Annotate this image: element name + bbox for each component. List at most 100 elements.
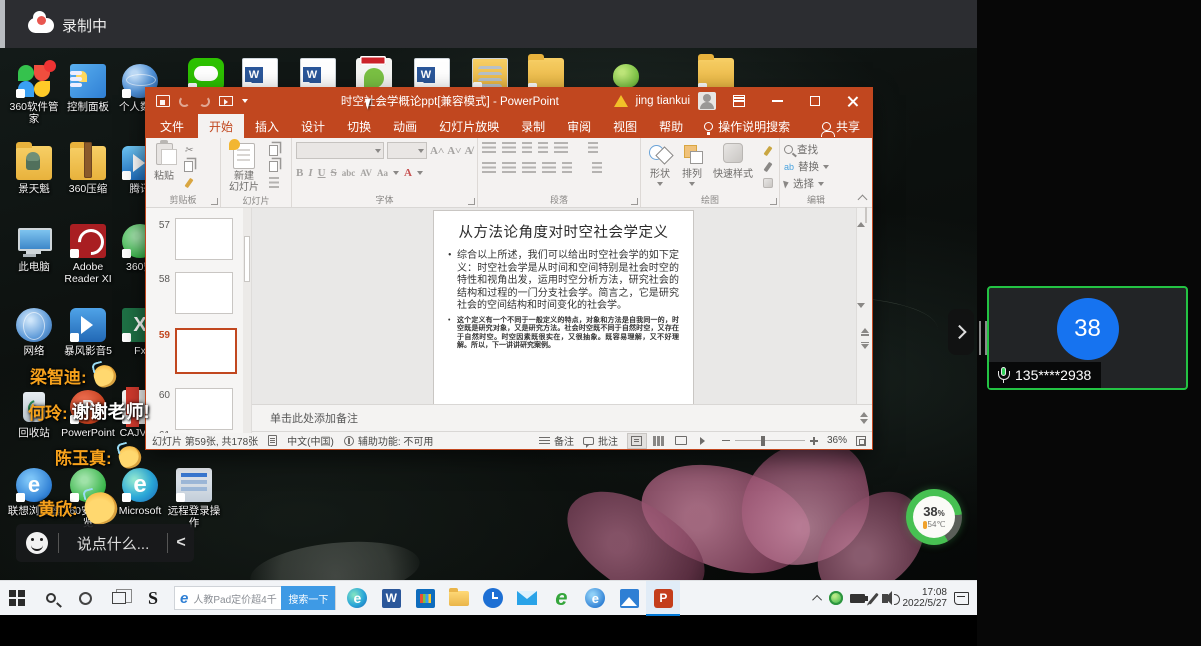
notes-scroll-arrows[interactable]	[856, 412, 872, 424]
tab-design[interactable]: 设计	[290, 114, 336, 138]
shrink-font-icon[interactable]: A˅	[447, 145, 461, 157]
tray-adapter-icon[interactable]	[850, 594, 865, 603]
grow-font-icon[interactable]: A˄	[430, 145, 444, 157]
tray-clock[interactable]: 17:08 2022/5/27	[895, 587, 948, 609]
decrease-indent-icon[interactable]	[522, 142, 532, 153]
thumbnail-57[interactable]: 57	[154, 218, 233, 260]
spellcheck-indicator[interactable]	[268, 435, 277, 446]
copy-icon[interactable]	[181, 160, 196, 173]
desktop-icon-control-panel[interactable]: 控制面板	[60, 64, 116, 113]
taskbar-alarms[interactable]	[476, 581, 510, 616]
replace-button[interactable]: 替换	[784, 159, 829, 174]
shape-fill-icon[interactable]	[760, 144, 775, 157]
fit-to-window-icon[interactable]	[856, 436, 866, 446]
tab-review[interactable]: 审阅	[556, 114, 602, 138]
start-button[interactable]	[0, 581, 34, 616]
share-button[interactable]: 共享	[810, 114, 872, 138]
next-slide-button[interactable]	[857, 342, 872, 350]
tab-home[interactable]: 开始	[198, 114, 244, 138]
scroll-up-icon[interactable]	[857, 208, 865, 227]
tray-360-icon[interactable]	[829, 591, 843, 605]
search-go-button[interactable]: 搜索一下	[281, 586, 335, 610]
tab-transitions[interactable]: 切换	[336, 114, 382, 138]
find-button[interactable]: 查找	[784, 142, 818, 157]
taskbar-search-button[interactable]	[34, 581, 68, 616]
360-safeguard-button[interactable]: S	[136, 581, 170, 616]
clear-format-icon[interactable]: A̸	[464, 145, 472, 157]
ribbon-display-button[interactable]	[724, 88, 754, 114]
emoji-icon[interactable]	[26, 532, 48, 554]
paste-button[interactable]: 粘贴	[150, 142, 178, 183]
text-direction-icon[interactable]	[588, 142, 598, 153]
desktop-icon-edge[interactable]: Microsoft	[112, 468, 168, 517]
taskbar-word[interactable]: W	[374, 581, 408, 616]
dialog-launcher[interactable]	[631, 198, 638, 205]
minimize-button[interactable]	[762, 88, 792, 114]
participant-video-tile[interactable]: 38 135****2938	[987, 286, 1188, 390]
avatar[interactable]	[698, 92, 716, 110]
task-view-button[interactable]	[102, 581, 136, 616]
bold-icon[interactable]: B	[296, 167, 303, 179]
tray-pen-icon[interactable]	[868, 592, 878, 604]
convert-smartart-icon[interactable]	[592, 162, 602, 173]
align-right-icon[interactable]	[522, 162, 536, 173]
language-indicator[interactable]: 中文(中国)	[287, 433, 334, 448]
tab-insert[interactable]: 插入	[244, 114, 290, 138]
comments-toggle[interactable]: 批注	[583, 433, 618, 448]
underline-icon[interactable]: U	[318, 167, 326, 179]
action-center-icon[interactable]	[954, 592, 969, 605]
chat-collapse-arrow[interactable]: <	[168, 534, 194, 552]
font-size-combobox[interactable]	[387, 142, 427, 159]
align-left-icon[interactable]	[482, 162, 496, 173]
zoom-level[interactable]: 36%	[827, 435, 847, 446]
shadow-icon[interactable]: abc	[342, 168, 356, 178]
dropdown-caret[interactable]	[393, 171, 399, 175]
zoom-slider[interactable]	[735, 440, 805, 442]
numbering-icon[interactable]	[502, 142, 516, 153]
char-spacing-icon[interactable]: AV	[360, 168, 372, 178]
strikethrough-icon[interactable]: S	[331, 167, 337, 179]
tell-me-search[interactable]: 操作说明搜索	[694, 114, 800, 138]
slide-59[interactable]: 从方法论角度对时空社会学定义 综合以上所述，我们可以给出时空社会学的如下定义：时…	[434, 211, 693, 406]
desktop-icon-this-pc[interactable]: 此电脑	[6, 224, 62, 273]
taskbar-edge[interactable]	[340, 581, 374, 616]
tab-animations[interactable]: 动画	[382, 114, 428, 138]
save-icon[interactable]	[156, 95, 170, 107]
cortana-button[interactable]	[68, 581, 102, 616]
taskbar-store[interactable]	[408, 581, 442, 616]
quick-styles-button[interactable]: 快速样式	[709, 142, 757, 181]
desktop-icon-adobe-reader[interactable]: Adobe Reader XI	[60, 224, 116, 285]
change-case-icon[interactable]: Aa	[377, 168, 388, 178]
zoom-in-icon[interactable]	[810, 437, 818, 445]
shapes-button[interactable]: 形状	[645, 142, 675, 187]
format-painter-icon[interactable]	[181, 176, 196, 189]
font-color-icon[interactable]: A	[404, 167, 412, 179]
tab-view[interactable]: 视图	[602, 114, 648, 138]
qat-customize-arrow[interactable]	[242, 99, 248, 103]
tab-record[interactable]: 录制	[510, 114, 556, 138]
dialog-launcher[interactable]	[468, 198, 475, 205]
taskbar-photos[interactable]	[612, 581, 646, 616]
taskbar-search-widget[interactable]: e 人教Pad定价超4千 搜索一下	[174, 586, 336, 610]
taskbar-360-browser[interactable]: e	[578, 581, 612, 616]
desktop-icon-network[interactable]: 网络	[6, 308, 62, 357]
shape-outline-icon[interactable]	[760, 160, 775, 173]
thumbnail-59-selected[interactable]: 59	[154, 328, 237, 374]
undo-icon[interactable]	[179, 96, 190, 107]
normal-view-button[interactable]	[627, 433, 647, 449]
tab-slideshow[interactable]: 幻灯片放映	[428, 114, 510, 138]
redo-icon[interactable]	[199, 96, 210, 107]
columns-icon[interactable]	[562, 162, 572, 173]
notes-pane[interactable]: 单击此处添加备注	[252, 404, 872, 431]
scroll-down-icon[interactable]	[857, 303, 865, 322]
slide-counter[interactable]: 幻灯片 第59张, 共178张	[152, 433, 258, 448]
previous-slide-button[interactable]	[857, 328, 872, 336]
system-gauge[interactable]: 38% 54℃	[906, 489, 962, 545]
account-name[interactable]: jing tiankui	[636, 95, 690, 107]
dialog-launcher[interactable]	[770, 198, 777, 205]
scrollbar-thumb[interactable]	[865, 207, 867, 223]
font-name-combobox[interactable]	[296, 142, 384, 159]
desktop-icon-360-software[interactable]: 360软件管家	[6, 64, 62, 125]
chat-input-placeholder[interactable]: 说点什么...	[59, 533, 167, 554]
tray-volume-icon[interactable]	[882, 594, 888, 603]
